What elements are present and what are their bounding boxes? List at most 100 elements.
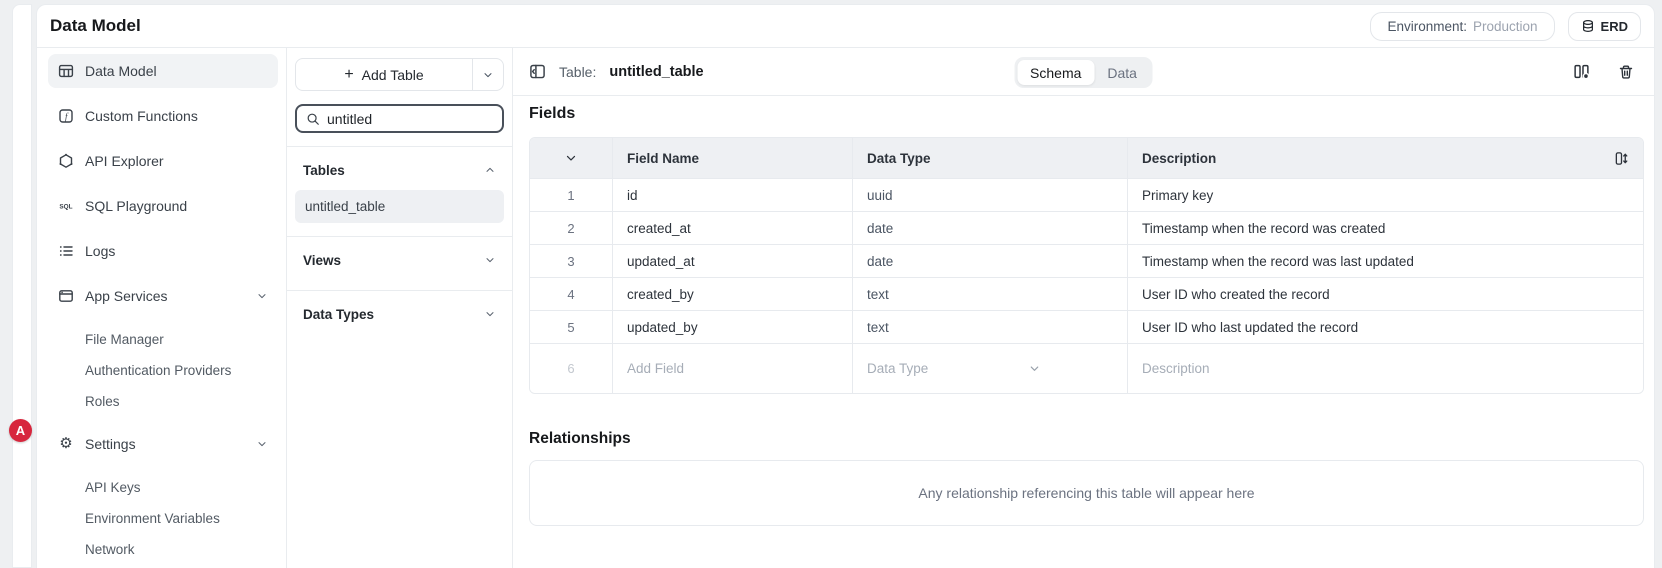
sidebar-item-api-keys[interactable]: API Keys <box>48 472 278 503</box>
reorder-rows-icon[interactable] <box>1614 151 1629 166</box>
chevron-up-icon <box>484 164 496 176</box>
row-number: 2 <box>530 212 612 244</box>
chevron-down-icon <box>256 290 268 302</box>
sidebar-item-api-explorer[interactable]: API Explorer <box>48 144 278 178</box>
schema-content: Fields Field Name Data Type Description <box>513 96 1654 568</box>
add-field-input[interactable]: Add Field <box>612 344 852 393</box>
sidebar-item-label: Settings <box>85 436 136 452</box>
erd-button[interactable]: ERD <box>1568 12 1641 41</box>
field-row: 3 updated_at date Timestamp when the rec… <box>530 244 1643 277</box>
main-header: Table: untitled_table Schema Data <box>513 48 1654 96</box>
sidebar-item-app-services[interactable]: App Services <box>48 279 278 313</box>
description-cell[interactable]: User ID who last updated the record <box>1127 311 1643 343</box>
gear-icon: ⚙ <box>58 436 74 452</box>
data-type-cell[interactable]: text <box>852 311 1127 343</box>
sidebar-item-authentication-providers[interactable]: Authentication Providers <box>48 355 278 386</box>
description-input[interactable]: Description <box>1127 344 1643 393</box>
row-number: 6 <box>530 344 612 393</box>
sidebar: Data Model f Custom Functions API Explor… <box>37 48 287 568</box>
row-number: 4 <box>530 278 612 310</box>
select-all-chevron-icon[interactable] <box>564 151 578 165</box>
page-title: Data Model <box>50 16 141 36</box>
chevron-down-icon <box>484 308 496 320</box>
add-table-menu-button[interactable] <box>472 59 503 90</box>
window-icon <box>58 288 74 304</box>
svg-text:SQL: SQL <box>59 204 72 211</box>
data-type-select[interactable]: Data Type <box>852 344 1127 393</box>
sql-icon: SQL <box>58 198 74 214</box>
sidebar-item-label: SQL Playground <box>85 198 187 214</box>
divider <box>287 290 512 291</box>
collapsed-left-rail[interactable] <box>12 4 32 568</box>
section-header-views[interactable]: Views <box>295 243 504 277</box>
description-cell[interactable]: Timestamp when the record was last updat… <box>1127 245 1643 277</box>
sidebar-item-custom-functions[interactable]: f Custom Functions <box>48 99 278 133</box>
fields-heading: Fields <box>529 105 1644 123</box>
tab-schema[interactable]: Schema <box>1017 60 1094 85</box>
relationships-heading: Relationships <box>529 430 1644 448</box>
svg-text:f: f <box>65 111 69 121</box>
sidebar-item-sql-playground[interactable]: SQL SQL Playground <box>48 189 278 223</box>
relationships-empty-text: Any relationship referencing this table … <box>918 485 1254 501</box>
field-name-cell[interactable]: id <box>612 179 852 211</box>
column-header-description: Description <box>1127 138 1643 178</box>
description-cell[interactable]: Timestamp when the record was created <box>1127 212 1643 244</box>
main-area: Table: untitled_table Schema Data <box>513 48 1654 568</box>
field-row: 4 created_by text User ID who created th… <box>530 277 1643 310</box>
sidebar-item-label: Data Model <box>85 63 157 79</box>
columns-settings-icon[interactable] <box>1573 63 1590 80</box>
collapse-panel-icon[interactable] <box>529 63 546 80</box>
list-icon <box>58 243 74 259</box>
plus-icon: + <box>344 67 353 83</box>
row-number: 1 <box>530 179 612 211</box>
sidebar-item-file-manager[interactable]: File Manager <box>48 324 278 355</box>
sidebar-item-label: API Explorer <box>85 153 164 169</box>
database-icon <box>1581 19 1595 33</box>
data-type-cell[interactable]: uuid <box>852 179 1127 211</box>
trash-icon[interactable] <box>1618 64 1634 80</box>
erd-label: ERD <box>1601 19 1628 34</box>
section-header-data-types[interactable]: Data Types <box>295 297 504 331</box>
app-logo-badge[interactable]: A <box>9 419 32 442</box>
section-header-tables[interactable]: Tables <box>295 153 504 187</box>
sidebar-item-roles[interactable]: Roles <box>48 386 278 417</box>
sidebar-item-label: Logs <box>85 243 115 259</box>
data-type-cell[interactable]: text <box>852 278 1127 310</box>
field-row: 2 created_at date Timestamp when the rec… <box>530 211 1643 244</box>
app-window: Data Model Environment: Production ERD D… <box>36 4 1655 568</box>
sidebar-item-settings[interactable]: ⚙ Settings <box>48 427 278 461</box>
sidebar-item-environment-variables[interactable]: Environment Variables <box>48 503 278 534</box>
table-list-item[interactable]: untitled_table <box>295 190 504 223</box>
search-icon <box>306 112 320 126</box>
add-table-label: Add Table <box>362 67 424 83</box>
chevron-down-icon[interactable] <box>1028 362 1041 375</box>
add-field-row: 6 Add Field Data Type Description <box>530 343 1643 393</box>
chevron-down-icon <box>256 438 268 450</box>
description-cell[interactable]: Primary key <box>1127 179 1643 211</box>
divider <box>287 236 512 237</box>
table-icon <box>58 63 74 79</box>
sidebar-item-data-model[interactable]: Data Model <box>48 54 278 88</box>
add-table-split-button: + Add Table <box>295 58 504 91</box>
field-name-cell[interactable]: created_by <box>612 278 852 310</box>
chevron-down-icon <box>482 69 494 81</box>
sidebar-item-logs[interactable]: Logs <box>48 234 278 268</box>
column-header-data-type: Data Type <box>852 138 1127 178</box>
field-name-cell[interactable]: created_at <box>612 212 852 244</box>
fields-table-header: Field Name Data Type Description <box>530 138 1643 178</box>
environment-selector[interactable]: Environment: Production <box>1370 12 1554 41</box>
table-search-input[interactable] <box>327 111 493 127</box>
table-name: untitled_table <box>609 64 703 80</box>
add-table-button[interactable]: + Add Table <box>296 59 472 90</box>
environment-label: Environment: <box>1387 19 1467 34</box>
tab-data[interactable]: Data <box>1094 60 1150 85</box>
data-type-cell[interactable]: date <box>852 212 1127 244</box>
row-number: 5 <box>530 311 612 343</box>
data-type-cell[interactable]: date <box>852 245 1127 277</box>
tables-panel: + Add Table Tables untitled_t <box>287 48 513 568</box>
field-name-cell[interactable]: updated_by <box>612 311 852 343</box>
field-name-cell[interactable]: updated_at <box>612 245 852 277</box>
description-cell[interactable]: User ID who created the record <box>1127 278 1643 310</box>
sidebar-item-label: App Services <box>85 288 167 304</box>
sidebar-item-network[interactable]: Network <box>48 534 278 565</box>
